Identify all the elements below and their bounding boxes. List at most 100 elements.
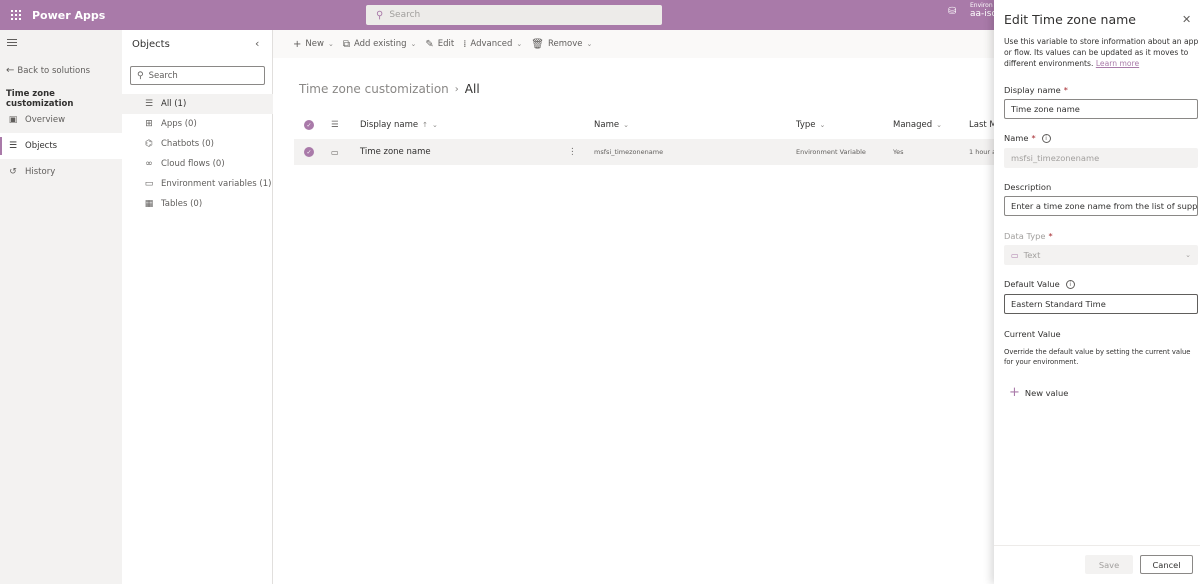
chevron-down-icon: ⌄	[410, 40, 417, 48]
history-icon: ↺	[9, 167, 17, 177]
panel-description: Use this variable to store information a…	[1004, 36, 1199, 69]
name-input: msfsi_timezonename	[1004, 148, 1198, 168]
label-text: Display name	[1004, 85, 1061, 95]
plus-icon: +	[1009, 385, 1020, 400]
more-options-icon[interactable]: ⋮	[568, 139, 577, 165]
close-icon[interactable]: ✕	[1182, 13, 1191, 26]
objects-item-environment-variables[interactable]: ▭ Environment variables (1)	[122, 174, 273, 194]
required-mark: *	[1048, 231, 1053, 241]
app-launcher-button[interactable]	[5, 0, 27, 30]
objects-title: Objects	[132, 39, 170, 50]
column-header-type[interactable]: Type ⌄	[796, 115, 825, 135]
search-placeholder: Search	[389, 10, 421, 20]
objects-pane: Objects ‹ ⚲ Search ☰ All (1) ⊞ Apps (0) …	[122, 30, 273, 584]
new-value-button[interactable]: + New value	[1009, 386, 1068, 399]
current-value-label: Current Value	[1004, 329, 1061, 339]
table-icon: ▦	[144, 199, 154, 209]
description-label: Description	[1004, 182, 1051, 192]
objects-item-cloud-flows[interactable]: ∞ Cloud flows (0)	[122, 154, 273, 174]
display-name-label: Display name *	[1004, 85, 1068, 95]
add-existing-icon: ⧉	[342, 38, 350, 50]
chevron-down-icon: ⌄	[516, 40, 523, 48]
save-button[interactable]: Save	[1085, 555, 1133, 574]
chevron-down-icon: ⌄	[819, 121, 826, 129]
checkmark-icon: ✓	[304, 147, 314, 157]
advanced-icon: ⁞	[463, 38, 467, 50]
chevron-down-icon: ⌄	[623, 121, 629, 129]
objects-item-label: Apps (0)	[161, 119, 197, 129]
objects-item-apps[interactable]: ⊞ Apps (0)	[122, 114, 273, 134]
label-text: Name	[1004, 133, 1029, 143]
info-icon[interactable]: i	[1065, 279, 1075, 289]
search-icon: ⚲	[137, 70, 144, 81]
cell-display-name[interactable]: Time zone name	[360, 139, 431, 165]
environment-icon: ⛁	[948, 5, 957, 17]
column-header-managed[interactable]: Managed ⌄	[893, 115, 942, 135]
chevron-down-icon: ⌄	[586, 40, 593, 48]
cancel-button[interactable]: Cancel	[1140, 555, 1193, 574]
checkmark-icon: ✓	[304, 120, 314, 130]
collapse-pane-icon[interactable]: ‹	[255, 37, 259, 50]
add-existing-button[interactable]: ⧉ Add existing ⌄	[343, 39, 417, 50]
flow-icon: ∞	[145, 159, 153, 169]
column-label: Type	[796, 120, 816, 130]
default-value-input[interactable]: Eastern Standard Time	[1004, 294, 1198, 314]
column-header-name[interactable]: Name ⌄	[594, 115, 629, 135]
objects-item-chatbots[interactable]: ⌬ Chatbots (0)	[122, 134, 273, 154]
table-row[interactable]: ✓ ▭ Time zone name ⋮ msfsi_timezonename …	[294, 139, 1000, 165]
chevron-down-icon: ⌄	[432, 121, 438, 129]
solution-title: Time zone customization	[6, 89, 74, 109]
column-label: Display name	[360, 120, 419, 130]
objects-item-label: Environment variables (1)	[161, 179, 272, 189]
info-icon[interactable]: i	[1041, 133, 1051, 143]
objects-item-all[interactable]: ☰ All (1)	[122, 94, 273, 114]
advanced-label: Advanced	[470, 39, 513, 49]
objects-item-label: Cloud flows (0)	[161, 159, 225, 169]
advanced-button[interactable]: ⁞ Advanced ⌄	[463, 39, 522, 50]
new-label: New	[305, 39, 324, 49]
hamburger-menu-icon[interactable]	[7, 39, 17, 48]
row-checkbox[interactable]: ✓	[304, 139, 314, 165]
apps-icon: ⊞	[145, 119, 153, 129]
back-label: Back to solutions	[17, 65, 91, 76]
objects-search-input[interactable]: ⚲ Search	[130, 66, 265, 85]
back-arrow-icon: ←	[6, 65, 15, 76]
name-label: Name * i	[1004, 133, 1051, 143]
nav-item-history[interactable]: ↺ History	[0, 159, 122, 185]
breadcrumb: Time zone customization › All	[299, 82, 480, 96]
edit-button[interactable]: ✎ Edit	[425, 39, 454, 50]
column-header-last-modified[interactable]: Last M	[969, 115, 997, 135]
cell-last-modified: 1 hour a	[969, 148, 997, 156]
panel-footer-divider	[994, 545, 1200, 546]
description-input[interactable]: Enter a time zone name from the list of …	[1004, 196, 1198, 216]
global-search-input[interactable]: ⚲ Search	[366, 5, 662, 25]
select-all-checkbox[interactable]: ✓	[304, 115, 314, 135]
column-header-display-name[interactable]: Display name ↑ ⌄	[360, 115, 438, 135]
edit-panel: Edit Time zone name ✕ Use this variable …	[994, 0, 1200, 584]
learn-more-link[interactable]: Learn more	[1096, 59, 1139, 68]
nav-item-objects[interactable]: ☰ Objects	[0, 133, 122, 159]
left-navigation: ← Back to solutions Time zone customizat…	[0, 30, 122, 584]
objects-icon: ☰	[8, 141, 18, 151]
new-button[interactable]: + New ⌄	[293, 39, 334, 50]
label-text: Default Value	[1004, 279, 1060, 289]
chatbot-icon: ⌬	[145, 139, 153, 149]
environment-picker[interactable]: ⛁ Environ aa-isd	[948, 2, 997, 19]
app-name[interactable]: Power Apps	[32, 9, 105, 22]
breadcrumb-current: All	[464, 82, 480, 96]
chevron-down-icon: ⌄	[327, 40, 334, 48]
objects-item-label: Tables (0)	[161, 199, 203, 209]
display-name-input[interactable]: Time zone name	[1004, 99, 1198, 119]
text-type-icon: ▭	[1011, 250, 1019, 260]
back-to-solutions-link[interactable]: ← Back to solutions	[6, 65, 90, 76]
remove-button[interactable]: 🗑 Remove ⌄	[531, 39, 592, 50]
objects-item-tables[interactable]: ▦ Tables (0)	[122, 194, 273, 214]
waffle-icon	[11, 10, 21, 20]
default-value-label: Default Value i	[1004, 279, 1075, 289]
list-icon: ☰	[144, 99, 154, 109]
breadcrumb-parent[interactable]: Time zone customization	[299, 82, 449, 96]
data-type-value: Text	[1023, 250, 1041, 260]
nav-item-overview[interactable]: ▣ Overview	[0, 107, 122, 133]
nav-item-label: History	[25, 167, 56, 177]
data-type-label: Data Type *	[1004, 231, 1053, 241]
